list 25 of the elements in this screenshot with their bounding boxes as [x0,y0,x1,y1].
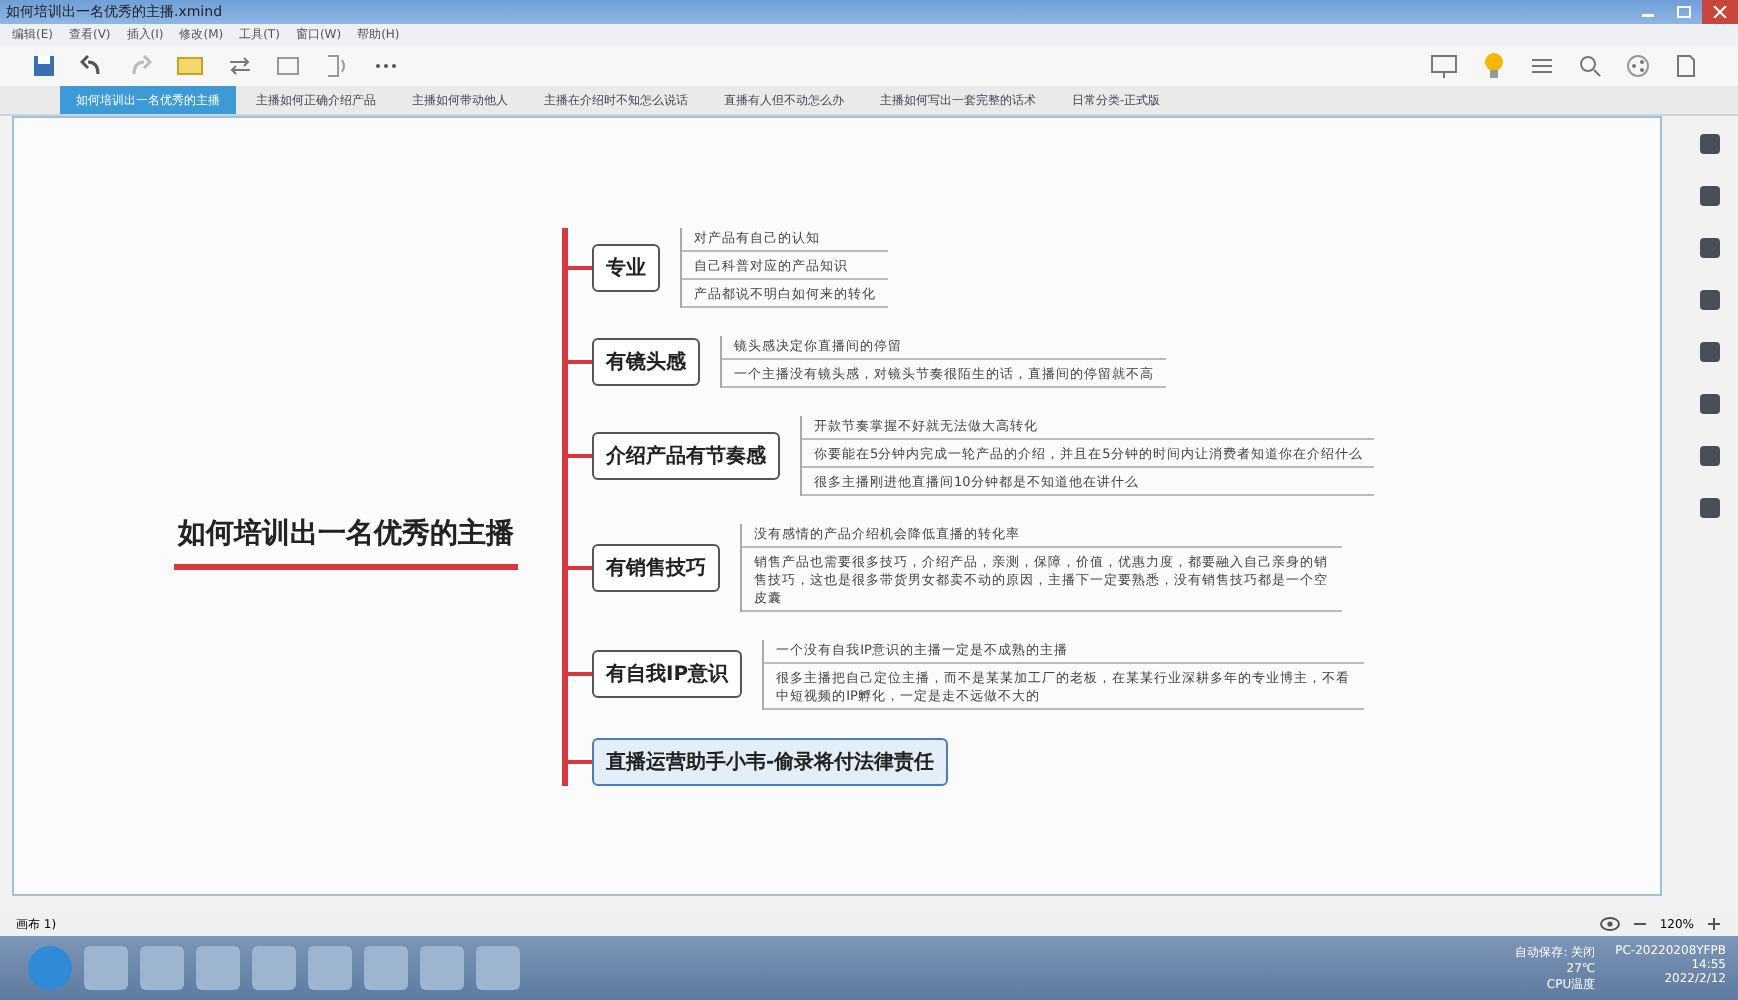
topic-node[interactable]: 有自我IP意识 [592,650,743,698]
presentation-icon[interactable] [1430,54,1458,78]
export-icon[interactable] [1674,54,1698,78]
close-button[interactable] [1702,0,1738,24]
close-icon [1712,6,1728,18]
undo-icon[interactable] [80,54,104,78]
topic-node[interactable]: 有镜头感 [592,337,700,385]
topic-node[interactable]: 专业 [592,243,660,291]
summary-icon[interactable] [324,54,348,78]
lightbulb-icon[interactable] [1482,52,1506,80]
central-topic[interactable]: 如何培训出一名优秀的主播 [174,503,518,569]
topic-node[interactable]: 有销售技巧 [592,543,720,591]
swap-arrows-icon[interactable] [228,54,252,78]
topic-node[interactable]: 介绍产品有节奏感 [592,431,780,479]
list-icon[interactable] [1530,54,1554,78]
save-icon[interactable] [32,54,56,78]
topic-icon[interactable] [176,54,204,78]
start-button[interactable] [28,946,72,990]
maximize-icon [1676,6,1692,18]
eye-icon[interactable] [1599,916,1620,932]
topic-node[interactable]: 直播运营助手小韦-偷录将付法律责任 [592,737,949,785]
search-icon[interactable] [1578,54,1602,78]
zoom-in-icon[interactable] [1706,916,1722,932]
share-icon[interactable] [1626,54,1650,78]
boundary-icon[interactable] [276,54,300,78]
